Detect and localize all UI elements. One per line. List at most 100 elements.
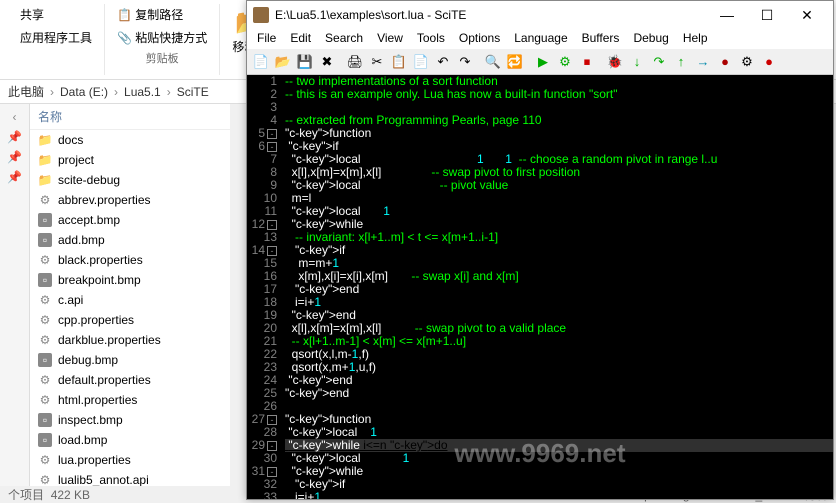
code-line[interactable]: "c-key">end [285,283,833,296]
copy-icon[interactable]: 📋 [389,52,409,72]
code-editor[interactable]: 12345-6-789101112-1314-15161718192021222… [247,75,833,499]
step-over-icon[interactable]: ↷ [649,52,669,72]
file-item[interactable]: 📁scite-debug [30,170,230,190]
nav-back-icon[interactable]: ‹ [13,110,17,124]
redo-icon[interactable]: ↷ [455,52,475,72]
code-line[interactable]: "c-key">local t=x[l] -- pivot value [285,179,833,192]
step-out-icon[interactable]: ↑ [671,52,691,72]
file-item[interactable]: ▫inspect.bmp [30,410,230,430]
open-file-icon[interactable]: 📂 [273,52,293,72]
breadcrumb-pc[interactable]: 此电脑 [8,83,44,100]
new-file-icon[interactable]: 📄 [251,52,271,72]
file-item[interactable]: ▫breakpoint.bmp [30,270,230,290]
step-icon[interactable]: ↓ [627,52,647,72]
menu-edit[interactable]: Edit [284,29,317,49]
file-item[interactable]: 📁docs [30,130,230,150]
breadcrumb-drive[interactable]: Data (E:) [60,85,108,99]
menu-search[interactable]: Search [319,29,369,49]
stop-icon[interactable]: ⏹ [577,52,597,72]
menu-buffers[interactable]: Buffers [576,29,626,49]
file-item[interactable]: ⚙lualib5_annot.api [30,470,230,486]
file-label: lua.properties [58,453,131,467]
breadcrumb-scite[interactable]: SciTE [177,85,209,99]
menu-file[interactable]: File [251,29,282,49]
breakpoint-icon[interactable]: ● [715,52,735,72]
file-item[interactable]: ⚙abbrev.properties [30,190,230,210]
code-line[interactable]: x[m],x[i]=x[i],x[m] -- swap x[i] and x[m… [285,270,833,283]
code-line[interactable]: -- this is an example only. Lua has now … [285,88,833,101]
breadcrumb-lua[interactable]: Lua5.1 [124,85,161,99]
code-line[interactable]: j=j+1 [285,491,833,499]
copy-path-button[interactable]: 📋 复制路径 [113,4,211,25]
menu-language[interactable]: Language [508,29,573,49]
file-label: lualib5_annot.api [58,473,149,486]
line-number: 33 [251,491,277,499]
file-item[interactable]: 📁project [30,150,230,170]
bug-icon[interactable]: 🐞 [605,52,625,72]
undo-icon[interactable]: ↶ [433,52,453,72]
find-icon[interactable]: 🔍 [483,52,503,72]
file-label: docs [58,133,83,147]
file-list[interactable]: 名称 📁docs📁project📁scite-debug⚙abbrev.prop… [30,104,230,486]
file-label: cpp.properties [58,313,134,327]
file-item[interactable]: ▫debug.bmp [30,350,230,370]
file-label: project [58,153,94,167]
file-label: debug.bmp [58,353,118,367]
maximize-button[interactable]: ☐ [747,1,787,29]
code-line[interactable]: qsort(x,m+1,u,f) [285,361,833,374]
file-item[interactable]: ▫load.bmp [30,430,230,450]
run-icon[interactable]: ▶ [533,52,553,72]
file-label: default.properties [58,373,151,387]
build-icon[interactable]: ⚙ [555,52,575,72]
file-item[interactable]: ⚙c.api [30,290,230,310]
file-item[interactable]: ⚙lua.properties [30,450,230,470]
menu-options[interactable]: Options [453,29,506,49]
file-label: inspect.bmp [58,413,123,427]
debug-arrow-icon[interactable]: → [693,52,713,72]
save-icon[interactable]: 💾 [295,52,315,72]
close-doc-icon[interactable]: ✖ [317,52,337,72]
menu-help[interactable]: Help [677,29,714,49]
file-label: abbrev.properties [58,193,151,207]
print-icon[interactable]: 🖨 [345,52,365,72]
nav-pin-icon[interactable]: 📌 [7,130,22,144]
file-item[interactable]: ▫accept.bmp [30,210,230,230]
code-line[interactable]: i=i+1 [285,296,833,309]
column-header-name[interactable]: 名称 [30,104,230,130]
nav-pin-icon[interactable]: 📌 [7,170,22,184]
code-line[interactable]: "c-key">end [285,387,833,400]
nav-pin-icon[interactable]: 📌 [7,150,22,164]
file-item[interactable]: ⚙html.properties [30,390,230,410]
close-button[interactable]: ✕ [787,1,827,29]
code-line[interactable]: "c-key">if f(x[i],t) "c-key">then [285,244,833,257]
file-label: darkblue.properties [58,333,161,347]
cut-icon[interactable]: ✂ [367,52,387,72]
code-line[interactable]: "c-key">if f(x[j],x[m]) "c-key">then m=j… [285,478,833,491]
ribbon-tab-share[interactable]: 共享 [16,4,96,25]
minimize-button[interactable]: — [707,1,747,29]
scite-app-icon [253,7,269,23]
file-item[interactable]: ⚙cpp.properties [30,310,230,330]
file-label: c.api [58,293,83,307]
menu-view[interactable]: View [371,29,409,49]
menu-debug[interactable]: Debug [627,29,674,49]
replace-icon[interactable]: 🔁 [505,52,525,72]
gear-icon[interactable]: ⚙ [737,52,757,72]
scite-window: E:\Lua5.1\examples\sort.lua - SciTE — ☐ … [246,0,834,500]
paste-icon[interactable]: 📄 [411,52,431,72]
file-label: add.bmp [58,233,105,247]
code-line[interactable]: "c-key">end [285,374,833,387]
file-item[interactable]: ⚙black.properties [30,250,230,270]
file-label: breakpoint.bmp [58,273,141,287]
file-label: html.properties [58,393,137,407]
file-item[interactable]: ▫add.bmp [30,230,230,250]
menu-tools[interactable]: Tools [411,29,451,49]
ribbon-tab-tools[interactable]: 应用程序工具 [16,27,96,48]
file-label: accept.bmp [58,213,120,227]
paste-shortcut-button[interactable]: 📎 粘贴快捷方式 [113,27,211,48]
file-item[interactable]: ⚙darkblue.properties [30,330,230,350]
record-icon[interactable]: ● [759,52,779,72]
window-title: E:\Lua5.1\examples\sort.lua - SciTE [275,8,707,22]
file-item[interactable]: ⚙default.properties [30,370,230,390]
file-label: load.bmp [58,433,107,447]
